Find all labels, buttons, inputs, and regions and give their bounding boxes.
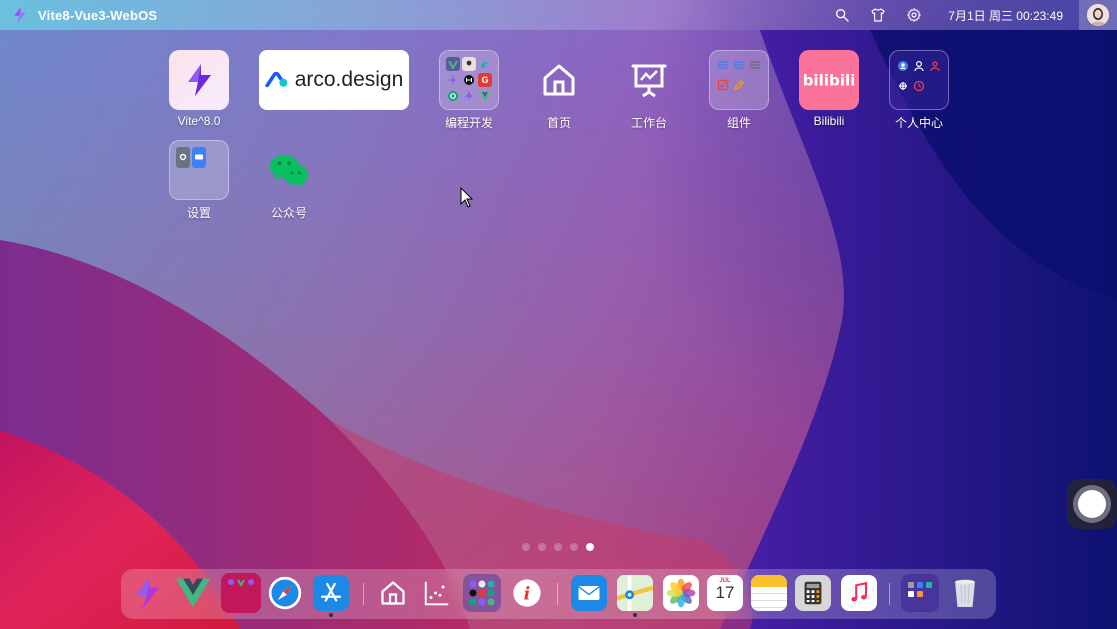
app-store-icon — [320, 582, 342, 602]
skin-button[interactable] — [860, 0, 896, 30]
photos-icon — [666, 578, 696, 608]
gear-icon — [907, 8, 922, 22]
running-indicator — [633, 613, 637, 617]
page-dot[interactable] — [570, 543, 578, 551]
svg-text:i: i — [524, 583, 531, 604]
arco-logo-icon — [265, 71, 288, 88]
notes-icon — [751, 575, 787, 587]
desktop-folder-profile[interactable]: 个人中心 — [874, 50, 964, 131]
clock[interactable]: 7月1日 周三 00:23:49 — [948, 7, 1063, 24]
desktop-icon-label: 组件 — [726, 116, 751, 130]
folder-icon — [169, 140, 229, 200]
map-icon — [617, 575, 653, 611]
page-dot-active[interactable] — [586, 543, 594, 551]
dock-vue[interactable] — [175, 575, 211, 611]
search-button[interactable] — [824, 0, 860, 30]
folder-icon — [709, 50, 769, 110]
home-icon — [529, 50, 589, 110]
dock-mail[interactable] — [571, 575, 607, 611]
assistive-touch-button[interactable] — [1067, 479, 1117, 529]
desktop-icon-label: 首页 — [546, 116, 571, 130]
vite-icon — [136, 576, 159, 610]
dock-chart[interactable] — [419, 575, 455, 611]
desktop-folder-settings[interactable]: 设置 — [154, 140, 244, 221]
desktop-icon-label: 个人中心 — [894, 116, 943, 130]
dock-calculator[interactable] — [795, 575, 831, 611]
page-indicator — [522, 543, 594, 551]
presentation-icon — [619, 50, 679, 110]
tshirt-icon — [871, 8, 885, 22]
arco-logo-text: arco.design — [294, 68, 404, 91]
calendar-day: 17 — [715, 583, 735, 602]
dock-vite[interactable] — [129, 575, 165, 611]
dock-photos[interactable] — [663, 575, 699, 611]
desktop-icon-label: 工作台 — [630, 116, 667, 130]
dock-home[interactable] — [375, 575, 411, 611]
assistive-touch-icon — [1073, 485, 1111, 523]
folder-icon: G — [439, 50, 499, 110]
dock-safari[interactable] — [267, 575, 303, 611]
dock-app-store[interactable] — [313, 575, 349, 611]
compass-icon — [268, 576, 302, 610]
dock-notes[interactable] — [751, 575, 787, 611]
desktop-icon-vite[interactable]: Vite^8.0 — [154, 50, 244, 128]
scatter-chart-icon — [424, 581, 449, 606]
calculator-icon — [804, 581, 822, 605]
desktop-folder-dev[interactable]: G 编程开发 — [424, 50, 514, 131]
desktop-icon-workbench[interactable]: 工作台 — [604, 50, 694, 131]
dock-folder-dev[interactable] — [221, 573, 261, 613]
desktop-icon-label: 公众号 — [270, 206, 307, 220]
folder-icon — [889, 50, 949, 110]
running-indicator — [329, 613, 333, 617]
vite-app-icon — [169, 50, 229, 110]
home-icon — [381, 581, 405, 605]
dock-separator — [557, 583, 558, 605]
wechat-icon — [259, 140, 319, 200]
mouse-cursor-icon — [460, 187, 474, 208]
bilibili-icon: bilibili — [799, 50, 859, 110]
dock-music[interactable] — [841, 575, 877, 611]
dock-trash[interactable] — [947, 575, 983, 611]
dock-info[interactable]: i — [509, 575, 545, 611]
music-note-icon — [851, 581, 868, 602]
dock-calendar[interactable]: JUL 17 — [707, 575, 743, 611]
vite-logo-icon — [14, 6, 26, 24]
vue-icon — [175, 578, 211, 608]
desktop-icon-bilibili[interactable]: bilibili Bilibili — [784, 50, 874, 128]
avatar — [1087, 4, 1109, 26]
desktop-icon-label: Bilibili — [813, 114, 845, 128]
dock-launchpad[interactable] — [901, 574, 939, 612]
settings-button[interactable] — [896, 0, 932, 30]
brand[interactable]: Vite8-Vue3-WebOS — [10, 5, 157, 25]
svg-text:bilibili: bilibili — [804, 71, 854, 89]
mail-icon — [578, 586, 600, 600]
launchpad-icon — [908, 582, 932, 597]
app-title: Vite8-Vue3-WebOS — [38, 7, 158, 23]
folder-icon — [469, 580, 495, 606]
dock-separator — [363, 583, 364, 605]
desktop-icon-label: 编程开发 — [444, 116, 493, 130]
page-dot[interactable] — [538, 543, 546, 551]
desktop-icon-wechat-official[interactable]: 公众号 — [244, 140, 334, 221]
desktop-folder-components[interactable]: 组件 — [694, 50, 784, 131]
dock-separator — [889, 583, 890, 605]
search-icon — [836, 9, 849, 22]
page-dot[interactable] — [522, 543, 530, 551]
desktop-icon-label: 设置 — [186, 206, 211, 220]
desktop-icon-home[interactable]: 首页 — [514, 50, 604, 131]
dock: i JUL 17 — [121, 569, 996, 619]
top-menu-bar: Vite8-Vue3-WebOS 7月1日 周三 00:23:49 — [0, 0, 1117, 30]
dock-folder-tools[interactable] — [463, 574, 501, 612]
dock-maps[interactable] — [617, 575, 653, 611]
desktop-icon-arco-design[interactable]: arco.design — [259, 50, 409, 110]
desktop-icon-label: Vite^8.0 — [177, 114, 221, 128]
info-icon: i — [513, 579, 541, 607]
page-dot[interactable] — [554, 543, 562, 551]
trash-icon — [954, 579, 976, 607]
user-avatar-button[interactable] — [1079, 0, 1117, 30]
folder-icon — [228, 579, 254, 587]
